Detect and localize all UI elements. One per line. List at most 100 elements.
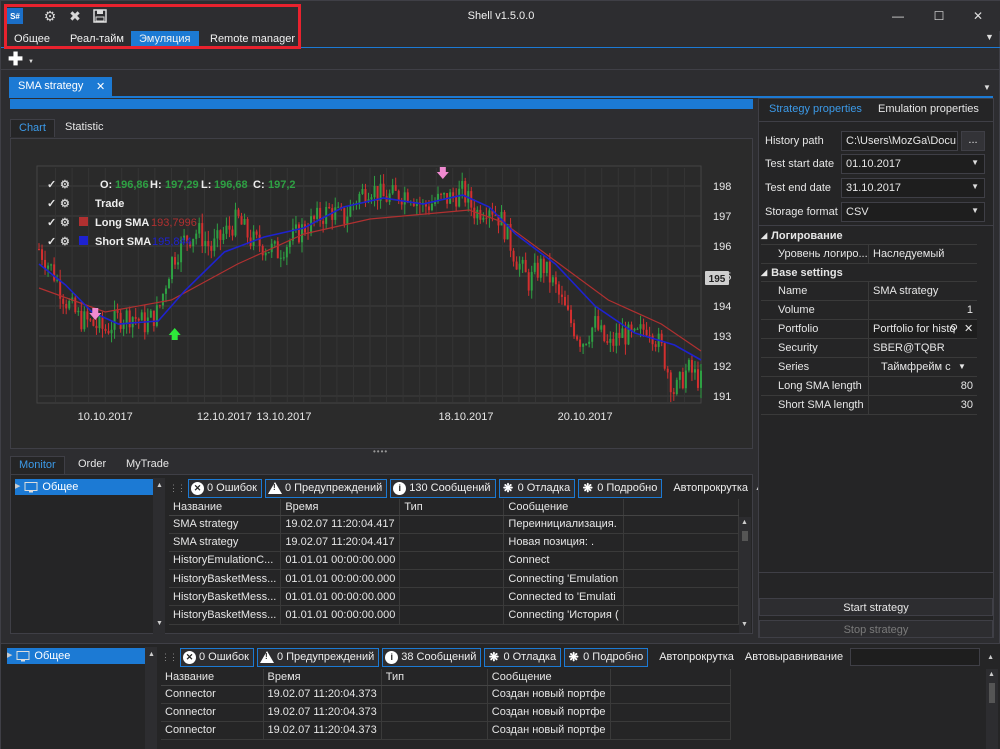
chevron-down-icon[interactable]: ▼ — [971, 158, 979, 167]
table-row[interactable]: SMA strategy 19.02.07 11:20:04.417 Новая п… — [169, 533, 740, 552]
table-row[interactable]: HistoryBasketMess... 01.01.01 00:00:00.00… — [169, 569, 740, 589]
expand-arrow-icon[interactable]: ▶ — [15, 479, 20, 495]
property-name-row[interactable]: Name SMA strategy — [761, 282, 977, 301]
table-row[interactable]: Connector 19.02.07 11:20:04.373 Создан нов… — [161, 721, 732, 741]
tab-chart[interactable]: Chart — [10, 119, 55, 137]
legend-checkbox-long-sma[interactable]: ✓ — [47, 217, 56, 229]
log-scrollbar[interactable]: ▲ ▼ — [739, 517, 751, 633]
chevron-down-icon[interactable]: ▼ — [971, 206, 979, 215]
storage-format-select[interactable]: CSV ▼ — [841, 202, 985, 222]
start-date-picker[interactable]: 01.10.2017 ▼ — [841, 154, 985, 174]
add-dropdown-icon[interactable]: ▼ — [28, 59, 34, 65]
gear-icon[interactable]: ⚙ — [60, 217, 70, 229]
property-portfolio-row[interactable]: Portfolio Portfolio for histo ⚲ ✕ — [761, 320, 977, 339]
search-icon[interactable]: ⚲ — [950, 322, 958, 335]
browse-button[interactable]: ... — [961, 131, 985, 151]
legend-checkbox-trade[interactable]: ✓ — [47, 198, 56, 210]
table-row[interactable]: Connector 19.02.07 11:20:04.373 Создан нов… — [161, 703, 732, 722]
filter-debug-button[interactable]: ❋ 0 Отладка — [484, 647, 562, 667]
ribbon-tab-realtime[interactable]: Реал-тайм — [62, 31, 132, 47]
ribbon-tab-remote-manager[interactable]: Remote manager — [202, 31, 303, 47]
autoscroll-toggle[interactable]: Автопрокрутка — [669, 482, 752, 494]
tree-node-general[interactable]: ▶ Общее — [7, 648, 145, 664]
gear-icon[interactable]: ⚙ — [60, 179, 70, 191]
filter-errors-button[interactable]: ✕ 0 Ошибок — [180, 647, 254, 667]
table-row[interactable]: Connector 19.02.07 11:20:04.373 Создан нов… — [161, 685, 732, 704]
filter-messages-button[interactable]: i 38 Сообщений — [382, 647, 482, 667]
ribbon-expand-icon[interactable]: ▼ — [985, 32, 994, 42]
column-header-time[interactable]: Время — [263, 669, 382, 686]
property-volume-row[interactable]: Volume 1 — [761, 301, 977, 320]
filter-verbose-button[interactable]: ❋ 0 Подробно — [564, 647, 649, 667]
property-series-row[interactable]: Series Таймфрейм с ▼ — [761, 358, 977, 377]
collapse-icon[interactable]: ◢ — [761, 231, 767, 240]
filter-bar-dropdown-icon[interactable]: ▲ — [987, 654, 994, 661]
price-chart[interactable]: 191 192 193 194 195 196 197 198 10.10.2017 12.10… — [29, 156, 753, 438]
stop-strategy-button[interactable]: Stop strategy — [759, 620, 993, 638]
legend-checkbox-short-sma[interactable]: ✓ — [47, 236, 56, 248]
autoscroll-toggle[interactable]: Автопрокрутка — [655, 651, 738, 663]
tab-monitor[interactable]: Monitor — [10, 456, 65, 474]
close-button[interactable]: ✕ — [961, 1, 995, 31]
tree-node-general[interactable]: ▶ Общее — [15, 479, 153, 495]
filter-verbose-button[interactable]: ❋ 0 Подробно — [578, 478, 663, 498]
column-header-message[interactable]: Сообщение — [503, 499, 624, 516]
history-path-field[interactable]: C:\Users\MozGa\Docu — [841, 131, 958, 151]
save-icon[interactable] — [92, 8, 108, 24]
table-row[interactable]: SMA strategy 19.02.07 11:20:04.417 Переини… — [169, 515, 740, 534]
filter-messages-button[interactable]: i 130 Сообщений — [390, 478, 496, 498]
group-logging[interactable]: ◢ Логирование — [761, 227, 977, 245]
clear-icon[interactable]: ✕ — [964, 322, 973, 335]
tab-strategy-properties[interactable]: Strategy properties — [761, 99, 870, 121]
chevron-down-icon[interactable]: ▼ — [971, 182, 979, 191]
column-header-time[interactable]: Время — [280, 499, 401, 516]
expand-arrow-icon[interactable]: ▶ — [7, 648, 12, 664]
chevron-down-icon[interactable]: ▼ — [958, 362, 966, 371]
scroll-thumb[interactable] — [989, 683, 995, 703]
gear-icon[interactable]: ⚙ — [60, 236, 70, 248]
filter-warnings-button[interactable]: ! 0 Предупреждений — [264, 478, 388, 498]
table-row[interactable]: HistoryEmulationC... 01.01.01 00:00:00.00… — [169, 551, 740, 571]
table-row[interactable]: HistoryBasketMess... 01.01.01 00:00:00.00… — [169, 587, 740, 607]
collapse-icon[interactable]: ◢ — [761, 268, 767, 277]
add-icon[interactable]: ✚ — [8, 50, 23, 68]
tab-order[interactable]: Order — [70, 456, 114, 474]
tab-emulation-properties[interactable]: Emulation properties — [870, 99, 987, 121]
ribbon-tab-emulation[interactable]: Эмуляция — [131, 31, 199, 47]
bottom-log-scrollbar[interactable]: ▲ — [986, 669, 998, 749]
scroll-up-icon[interactable]: ▲ — [988, 671, 995, 678]
property-short-sma-row[interactable]: Short SMA length 30 — [761, 396, 977, 415]
end-date-picker[interactable]: 31.10.2017 ▼ — [841, 178, 985, 198]
tabs-dropdown-icon[interactable]: ▼ — [983, 83, 991, 92]
property-long-sma-row[interactable]: Long SMA length 80 — [761, 377, 977, 396]
ribbon-tab-general[interactable]: Общее — [6, 31, 58, 47]
tab-mytrade[interactable]: MyTrade — [118, 456, 177, 474]
gear-icon[interactable]: ⚙ — [42, 8, 58, 24]
maximize-button[interactable]: ☐ — [922, 1, 956, 31]
splitter-handle[interactable]: •••• — [373, 447, 388, 456]
bottom-tree-scrollbar[interactable]: ▲ — [145, 647, 157, 749]
column-header-name[interactable]: Название — [161, 669, 264, 686]
bottom-search-input[interactable] — [850, 648, 981, 666]
scroll-down-icon[interactable]: ▼ — [741, 621, 748, 628]
group-base-settings[interactable]: ◢ Base settings — [761, 264, 977, 282]
filter-errors-button[interactable]: ✕ 0 Ошибок — [188, 478, 262, 498]
table-row[interactable]: HistoryBasketMess... 01.01.01 00:00:00.00… — [169, 605, 740, 625]
column-header-type[interactable]: Тип — [381, 669, 488, 686]
tools-icon[interactable]: ✖ — [67, 8, 83, 24]
gear-icon[interactable]: ⚙ — [60, 198, 70, 210]
column-header-name[interactable]: Название — [169, 499, 282, 516]
minimize-button[interactable]: — — [881, 1, 915, 31]
property-security-row[interactable]: Security SBER@TQBR — [761, 339, 977, 358]
tab-statistic[interactable]: Statistic — [57, 119, 112, 137]
filter-warnings-button[interactable]: ! 0 Предупреждений — [256, 647, 380, 667]
start-strategy-button[interactable]: Start strategy — [759, 598, 993, 616]
close-icon[interactable]: ✕ — [96, 80, 105, 93]
tree-scrollbar[interactable]: ▲ ▼ — [153, 478, 165, 634]
autoalign-toggle[interactable]: Автовыравнивание — [741, 651, 847, 663]
column-header-type[interactable]: Тип — [399, 499, 505, 516]
scroll-thumb[interactable] — [742, 531, 748, 541]
column-header-message[interactable]: Сообщение — [487, 669, 611, 686]
legend-checkbox-ohlc[interactable]: ✓ — [47, 179, 56, 191]
scroll-up-icon[interactable]: ▲ — [741, 519, 748, 526]
